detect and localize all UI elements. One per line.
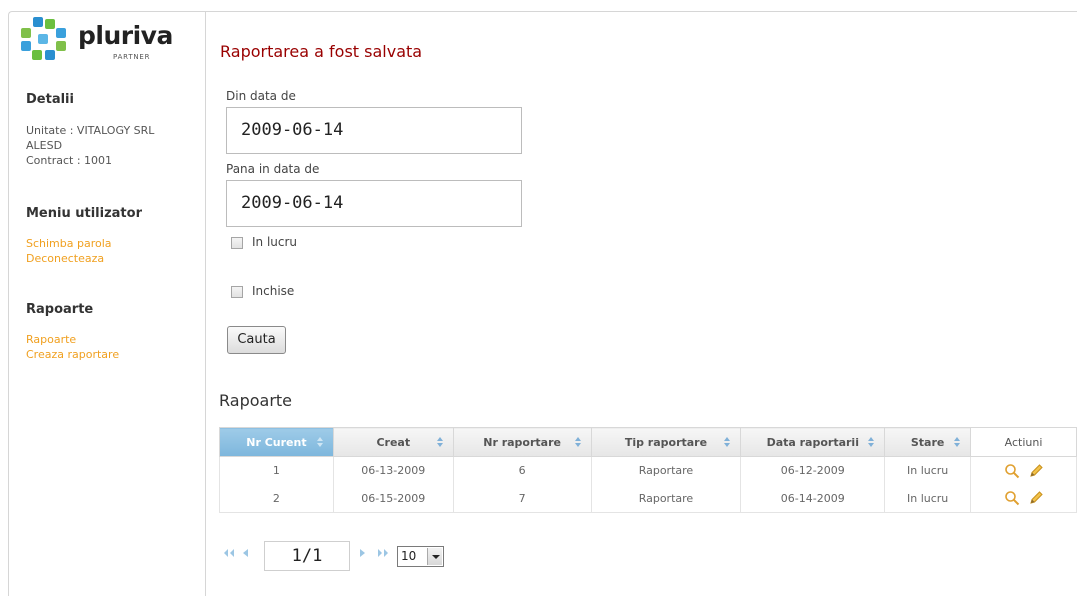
cell-actiuni	[970, 456, 1077, 485]
unit-line-2: ALESD	[26, 139, 63, 152]
sort-icon	[574, 437, 581, 447]
cell-tip-raportare: Raportare	[590, 484, 742, 513]
cell-nr-raportare: 7	[452, 484, 592, 513]
contract-line: Contract : 1001	[26, 154, 113, 167]
top-strip	[0, 0, 1077, 10]
view-icon[interactable]	[1004, 490, 1020, 506]
sort-icon	[724, 437, 731, 447]
cell-data-raportarii: 06-12-2009	[740, 456, 886, 485]
cell-tip-raportare: Raportare	[590, 456, 742, 485]
reports-link[interactable]: Rapoarte	[26, 332, 76, 347]
reports-section-title: Rapoarte	[219, 391, 293, 410]
col-creat-label: Creat	[376, 435, 411, 449]
col-creat[interactable]: Creat	[332, 427, 454, 457]
cell-data-raportarii: 06-14-2009	[740, 484, 886, 513]
user-menu-heading: Meniu utilizator	[26, 206, 142, 221]
col-nr-curent-label: Nr Curent	[246, 435, 307, 449]
cell-creat: 06-13-2009	[332, 456, 454, 485]
edit-icon[interactable]	[1028, 463, 1044, 479]
search-button[interactable]: Cauta	[227, 326, 286, 354]
change-password-link[interactable]: Schimba parola	[26, 236, 112, 251]
prev-page-icon[interactable]	[240, 548, 250, 558]
chevron-down-icon[interactable]	[427, 548, 442, 565]
cell-nr-raportare: 6	[452, 456, 592, 485]
sort-icon	[316, 437, 323, 447]
col-nr-curent[interactable]: Nr Curent	[219, 427, 334, 457]
unit-line-1: Unitate : VITALOGY SRL	[26, 124, 155, 137]
in-progress-label: In lucru	[252, 235, 298, 249]
cell-nr-curent: 1	[219, 456, 334, 485]
from-date-label: Din data de	[226, 89, 296, 103]
from-date-input[interactable]: 2009-06-14	[226, 107, 522, 154]
first-page-icon[interactable]	[220, 548, 236, 558]
to-date-label: Pana in data de	[226, 162, 320, 176]
pluriva-logo-icon	[21, 17, 66, 60]
sort-icon	[436, 437, 443, 447]
reports-heading: Rapoarte	[26, 302, 94, 317]
closed-label: Inchise	[252, 284, 295, 298]
col-tip-raportare[interactable]: Tip raportare	[590, 427, 742, 457]
col-actiuni-label: Actiuni	[1004, 435, 1043, 449]
sort-icon	[868, 437, 875, 447]
next-page-icon[interactable]	[358, 548, 368, 558]
page-title: Raportarea a fost salvata	[220, 42, 423, 61]
cell-stare: In lucru	[884, 456, 972, 485]
table-row: 2 06-15-2009 7 Raportare 06-14-2009 In l…	[219, 484, 1077, 513]
sort-icon	[954, 437, 961, 447]
last-page-icon[interactable]	[376, 548, 392, 558]
cell-stare: In lucru	[884, 484, 972, 513]
cell-creat: 06-15-2009	[332, 484, 454, 513]
brand-logo: pluriva PARTNER	[16, 17, 176, 67]
page-size-value: 10	[401, 549, 417, 563]
page-indicator[interactable]: 1/1	[264, 541, 350, 571]
col-nr-raportare[interactable]: Nr raportare	[452, 427, 592, 457]
col-stare-label: Stare	[910, 435, 945, 449]
cell-nr-curent: 2	[219, 484, 334, 513]
details-heading: Detalii	[26, 92, 74, 107]
col-tip-raportare-label: Tip raportare	[624, 435, 708, 449]
table-row: 1 06-13-2009 6 Raportare 06-12-2009 In l…	[219, 456, 1077, 485]
col-data-raportarii-label: Data raportarii	[766, 435, 859, 449]
page-size-select[interactable]: 10	[397, 546, 444, 567]
brand-sub: PARTNER	[113, 53, 151, 61]
cell-actiuni	[970, 484, 1077, 513]
to-date-input[interactable]: 2009-06-14	[226, 180, 522, 227]
col-actiuni: Actiuni	[970, 427, 1077, 457]
table-header-row: Nr Curent Creat Nr raportare Tip raporta…	[219, 427, 1077, 457]
in-progress-checkbox[interactable]	[231, 237, 243, 249]
col-nr-raportare-label: Nr raportare	[483, 435, 561, 449]
closed-checkbox[interactable]	[231, 286, 243, 298]
col-stare[interactable]: Stare	[884, 427, 972, 457]
brand-name: pluriva	[78, 21, 173, 50]
logout-link[interactable]: Deconecteaza	[26, 251, 104, 266]
col-data-raportarii[interactable]: Data raportarii	[740, 427, 886, 457]
create-report-link[interactable]: Creaza raportare	[26, 347, 119, 362]
edit-icon[interactable]	[1028, 490, 1044, 506]
view-icon[interactable]	[1004, 463, 1020, 479]
reports-table: Nr Curent Creat Nr raportare Tip raporta…	[219, 427, 1077, 513]
